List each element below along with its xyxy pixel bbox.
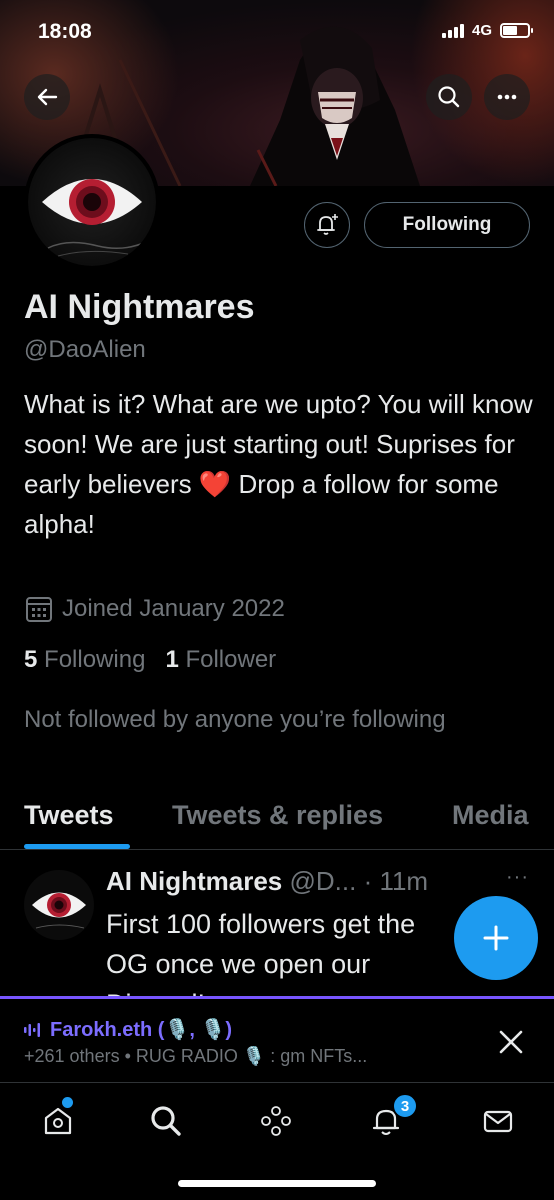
tweet-author[interactable]: AI Nightmares: [106, 866, 282, 896]
back-button[interactable]: [24, 74, 70, 120]
following-button[interactable]: Following: [364, 202, 530, 248]
tab-media[interactable]: Media: [452, 800, 529, 831]
home-indicator: [178, 1180, 376, 1187]
follow-counts: 5 Following 1 Follower: [24, 646, 276, 674]
profile-avatar[interactable]: [24, 134, 160, 270]
following-count: 5: [24, 646, 38, 673]
search-button[interactable]: [426, 74, 472, 120]
battery-icon: [500, 23, 533, 38]
notifications-badge: 3: [392, 1093, 418, 1119]
more-dots-icon: [497, 94, 517, 100]
network-label: 4G: [471, 22, 492, 39]
tab-tweets[interactable]: Tweets: [24, 800, 114, 831]
space-detail: +261 others • RUG RADIO 🎙️ : gm NFTs...: [24, 1046, 368, 1066]
more-button[interactable]: [484, 74, 530, 120]
eye-logo-icon: [42, 179, 147, 257]
back-arrow-icon: [37, 88, 58, 106]
nav-messages[interactable]: [478, 1101, 518, 1141]
followers-label: Follower: [185, 646, 277, 673]
spaces-icon: [261, 1106, 291, 1136]
close-icon: [499, 1030, 523, 1054]
nav-home[interactable]: [38, 1101, 78, 1141]
tweet-avatar[interactable]: [24, 870, 94, 940]
tweet-meta: @D... · 11m: [289, 866, 429, 896]
compose-tweet-button[interactable]: [454, 896, 538, 980]
followers-count: 1: [165, 646, 179, 673]
search-icon: [151, 1106, 181, 1136]
space-host: Farokh.eth (🎙️, 🎙️): [24, 1017, 232, 1042]
joined-date: Joined January 2022: [24, 594, 285, 624]
following-label: Following: [44, 646, 146, 673]
following-count-link[interactable]: 5 Following: [24, 646, 145, 673]
close-space-button[interactable]: [496, 1027, 526, 1062]
profile-handle: @DaoAlien: [24, 336, 146, 363]
signal-icon: [441, 23, 464, 38]
followers-count-link[interactable]: 1 Follower: [165, 646, 276, 673]
bottom-navigation: 3: [0, 1082, 554, 1200]
joined-text: Joined January 2022: [62, 595, 285, 622]
active-tab-indicator: [24, 844, 130, 849]
search-icon: [438, 86, 460, 108]
profile-bio: What is it? What are we upto? You will k…: [24, 389, 533, 539]
tweet-line: First 100 followers get the: [106, 909, 416, 939]
calendar-icon: [26, 597, 52, 622]
profile-name: AI Nightmares: [24, 288, 255, 326]
tweet-line: OG once we open our: [106, 949, 371, 979]
status-bar: 18:08 4G: [0, 0, 554, 66]
home-icon: [44, 1107, 72, 1135]
profile-tabs: Tweets Tweets & replies Media: [0, 792, 554, 850]
audio-wave-icon: [24, 1022, 40, 1037]
nav-search[interactable]: [146, 1101, 186, 1141]
tweet-header: AI Nightmares @D... · 11m: [106, 866, 428, 897]
tweet-text[interactable]: First 100 followers get the OG once we o…: [106, 904, 486, 998]
space-host-text: Farokh.eth (🎙️, 🎙️): [50, 1019, 233, 1041]
nav-spaces[interactable]: [256, 1101, 296, 1141]
tab-tweets-replies[interactable]: Tweets & replies: [172, 800, 383, 831]
mail-icon: [483, 1110, 513, 1133]
home-notification-dot: [62, 1097, 73, 1108]
spaces-bar[interactable]: Farokh.eth (🎙️, 🎙️) +261 others • RUG RA…: [0, 996, 554, 1082]
not-followed-notice: Not followed by anyone you’re following: [24, 706, 446, 733]
tweet-more-icon[interactable]: ···: [506, 866, 529, 889]
eye-logo-icon: [32, 892, 86, 929]
plus-icon: [483, 925, 509, 951]
status-time: 18:08: [38, 20, 92, 43]
bell-plus-icon: [317, 214, 338, 235]
notify-bell-button[interactable]: [304, 202, 350, 248]
